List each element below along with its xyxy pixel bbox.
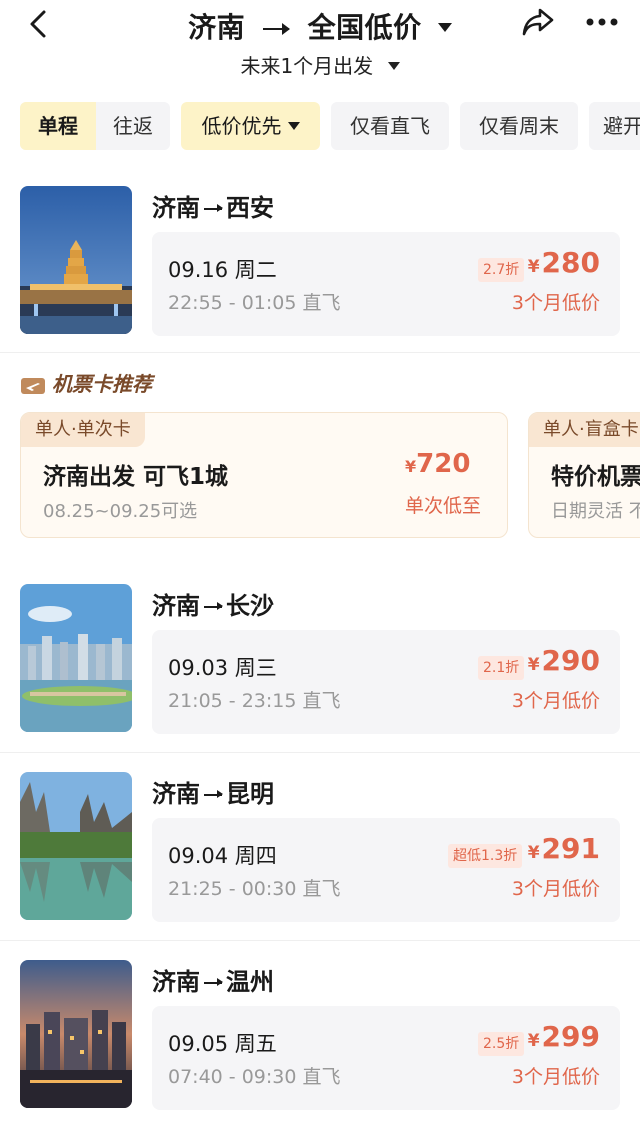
price-note: 3个月低价 — [511, 292, 600, 314]
avoid-filter[interactable]: 避开 — [589, 102, 640, 150]
price-value: 291 — [541, 832, 600, 865]
price-value: 290 — [541, 644, 600, 677]
route-to: 西安 — [226, 194, 274, 222]
discount-badge: 2.5折 — [478, 1032, 525, 1056]
one-way-tab[interactable]: 单程 — [20, 102, 96, 150]
date-range-selector[interactable]: 未来1个月出发 — [0, 50, 640, 79]
price-note: 3个月低价 — [511, 878, 600, 900]
filter-bar: 单程 往返 低价优先 仅看直飞 仅看周末 避开 — [0, 102, 640, 152]
route-to: 昆明 — [226, 780, 274, 808]
chevron-down-icon — [287, 122, 300, 130]
flight-date: 09.16 周二 — [168, 258, 277, 282]
currency-symbol: ¥ — [527, 655, 540, 675]
price-value: 280 — [541, 246, 600, 279]
destination-image — [20, 584, 132, 732]
flight-time: 21:25 - 00:30 直飞 — [168, 878, 341, 900]
route-to: 长沙 — [226, 592, 274, 620]
date-range-label: 未来1个月出发 — [240, 54, 374, 78]
route-from: 济南 — [152, 780, 200, 808]
route-name: 济南 长沙 — [152, 586, 274, 621]
card-subtitle: 08.25~09.25可选 — [43, 501, 198, 522]
card-subtitle: 日期灵活 不 — [551, 501, 640, 522]
route-name: 济南 西安 — [152, 188, 274, 223]
price: ¥290 — [528, 644, 600, 677]
arrow-icon — [204, 978, 223, 986]
arrow-icon — [204, 602, 223, 610]
nonstop-filter[interactable]: 仅看直飞 — [331, 102, 449, 150]
trip-type-toggle: 单程 往返 — [20, 102, 170, 150]
price-note: 3个月低价 — [511, 1066, 600, 1088]
flight-date: 09.04 周四 — [168, 844, 277, 868]
route-name: 济南 温州 — [152, 962, 274, 997]
route-from: 济南 — [152, 194, 200, 222]
destination-image — [20, 960, 132, 1108]
card-price-value: 720 — [416, 449, 471, 479]
flight-time: 22:55 - 01:05 直飞 — [168, 292, 341, 314]
route-card[interactable]: 济南 西安 09.16 周二 22:55 - 01:05 直飞 2.7折 ¥280… — [0, 186, 640, 336]
discount-badge: 超低1.3折 — [448, 844, 523, 868]
price: ¥280 — [528, 246, 600, 279]
ticket-card[interactable]: 单人·盲盒卡 特价机票 日期灵活 不 — [528, 412, 640, 538]
divider — [0, 752, 640, 753]
flight-date: 09.03 周三 — [168, 656, 277, 680]
discount-badge: 2.7折 — [478, 258, 525, 282]
route-from: 济南 — [152, 968, 200, 996]
header: 济南 全国低价 未来1个月出发 — [0, 0, 640, 92]
plane-ticket-icon — [21, 377, 45, 394]
card-title: 济南出发 可飞1城 — [43, 464, 229, 490]
route-card[interactable]: 济南 温州 09.05 周五 07:40 - 09:30 直飞 2.5折 ¥299… — [0, 960, 640, 1110]
divider — [0, 940, 640, 941]
arrow-icon — [263, 23, 291, 35]
route-name: 济南 昆明 — [152, 774, 274, 809]
sort-dropdown[interactable]: 低价优先 — [181, 102, 320, 150]
price-value: 299 — [541, 1020, 600, 1053]
title-from: 济南 — [188, 11, 246, 44]
more-icon[interactable] — [584, 8, 620, 36]
flight-date: 09.05 周五 — [168, 1032, 277, 1056]
route-card[interactable]: 济南 长沙 09.03 周三 21:05 - 23:15 直飞 2.1折 ¥290… — [0, 584, 640, 734]
section-title-text: 机票卡推荐 — [52, 372, 152, 396]
flight-info[interactable]: 09.16 周二 22:55 - 01:05 直飞 2.7折 ¥280 3个月低… — [152, 232, 620, 336]
weekend-filter[interactable]: 仅看周末 — [460, 102, 578, 150]
flight-info[interactable]: 09.03 周三 21:05 - 23:15 直飞 2.1折 ¥290 3个月低… — [152, 630, 620, 734]
price: ¥291 — [528, 832, 600, 865]
sort-label: 低价优先 — [201, 114, 282, 138]
currency-symbol: ¥ — [527, 1031, 540, 1051]
destination-image — [20, 772, 132, 920]
flight-info[interactable]: 09.05 周五 07:40 - 09:30 直飞 2.5折 ¥299 3个月低… — [152, 1006, 620, 1110]
card-price: ¥720 — [405, 449, 470, 479]
arrow-icon — [204, 790, 223, 798]
currency-symbol: ¥ — [527, 843, 540, 863]
card-price-note: 单次低至 — [405, 495, 482, 517]
ticket-card-section-title: 机票卡推荐 — [20, 368, 152, 397]
route-card[interactable]: 济南 昆明 09.04 周四 21:25 - 00:30 直飞 超低1.3折 ¥2… — [0, 772, 640, 922]
arrow-icon — [204, 204, 223, 212]
currency-symbol: ¥ — [405, 457, 417, 476]
divider — [0, 352, 640, 353]
currency-symbol: ¥ — [527, 257, 540, 277]
price: ¥299 — [528, 1020, 600, 1053]
round-trip-tab[interactable]: 往返 — [96, 102, 170, 150]
flight-info[interactable]: 09.04 周四 21:25 - 00:30 直飞 超低1.3折 ¥291 3个… — [152, 818, 620, 922]
card-tag: 单人·盲盒卡 — [529, 413, 640, 447]
price-note: 3个月低价 — [511, 690, 600, 712]
route-from: 济南 — [152, 592, 200, 620]
chevron-down-icon — [387, 62, 400, 70]
flight-time: 07:40 - 09:30 直飞 — [168, 1066, 341, 1088]
share-icon[interactable] — [520, 6, 556, 38]
flight-time: 21:05 - 23:15 直飞 — [168, 690, 341, 712]
card-title: 特价机票 — [551, 464, 640, 490]
destination-image — [20, 186, 132, 334]
card-tag: 单人·单次卡 — [21, 413, 145, 447]
title-to: 全国低价 — [307, 11, 422, 44]
chevron-down-icon — [437, 22, 452, 32]
ticket-card[interactable]: 单人·单次卡 济南出发 可飞1城 08.25~09.25可选 ¥720 单次低至 — [20, 412, 508, 538]
route-to: 温州 — [226, 968, 274, 996]
discount-badge: 2.1折 — [478, 656, 525, 680]
